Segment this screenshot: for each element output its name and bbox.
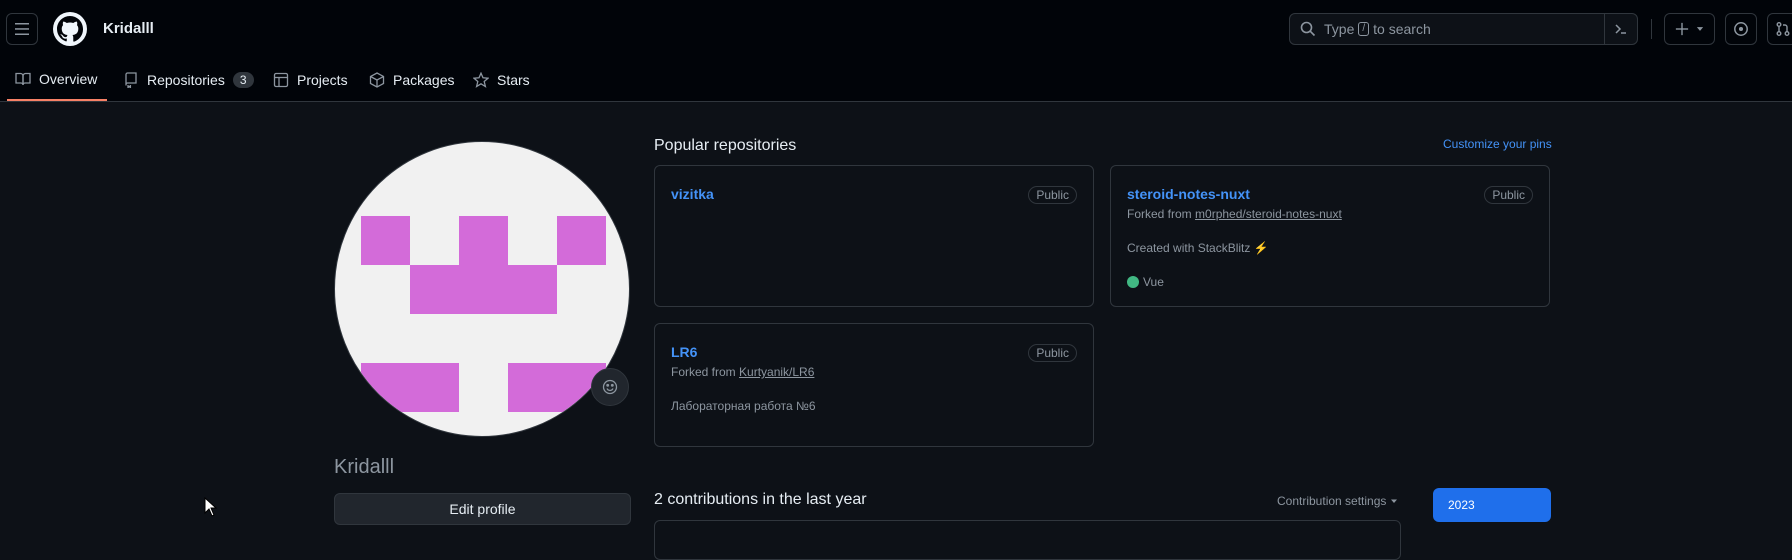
tab-projects[interactable]: Projects: [273, 59, 348, 101]
tab-repositories[interactable]: Repositories 3: [123, 59, 254, 101]
profile-nav: [0, 59, 1792, 102]
tab-overview[interactable]: Overview: [7, 59, 107, 101]
tab-label: Stars: [497, 72, 530, 88]
header-username[interactable]: Kridalll: [103, 20, 154, 37]
search-input[interactable]: Type / to search: [1289, 13, 1638, 45]
year-button[interactable]: 2023: [1433, 488, 1551, 522]
tab-packages[interactable]: Packages: [369, 59, 454, 101]
issues-button[interactable]: [1725, 13, 1757, 45]
search-icon: [1300, 21, 1316, 37]
repo-card: LR6 Public Forked from Kurtyanik/LR6 Лаб…: [654, 323, 1094, 447]
hamburger-menu-button[interactable]: [6, 13, 38, 45]
plus-icon: [1675, 22, 1688, 36]
forked-from-link[interactable]: Kurtyanik/LR6: [739, 365, 814, 379]
tab-label: Packages: [393, 72, 455, 88]
forked-prefix: Forked from: [671, 365, 736, 379]
forked-from-link[interactable]: m0rphed/steroid-notes-nuxt: [1195, 207, 1342, 221]
header-divider: [1651, 19, 1652, 39]
table-icon: [273, 72, 289, 88]
language-name: Vue: [1143, 275, 1164, 289]
popular-repositories-title: Popular repositories: [654, 137, 797, 154]
repo-name-link[interactable]: vizitka: [671, 186, 714, 202]
search-placeholder-prefix: Type: [1324, 21, 1355, 37]
language-color-dot: [1127, 276, 1139, 288]
search-shortcut-key: /: [1358, 22, 1370, 36]
search-placeholder-suffix: to search: [1373, 21, 1431, 37]
avatar-pixel: [459, 216, 508, 265]
contribution-graph: [654, 520, 1401, 560]
repo-name-link[interactable]: LR6: [671, 344, 697, 360]
visibility-badge: Public: [1028, 344, 1077, 362]
smiley-icon: [602, 379, 618, 395]
set-status-button[interactable]: [591, 368, 629, 406]
github-logo-icon[interactable]: [53, 12, 87, 46]
avatar[interactable]: [334, 141, 630, 437]
repo-icon: [125, 72, 137, 88]
repo-description: Created with StackBlitz ⚡: [1127, 241, 1269, 255]
mouse-cursor-icon: [204, 497, 218, 517]
pull-requests-button[interactable]: [1767, 13, 1792, 45]
issue-icon: [1734, 22, 1748, 36]
package-icon: [369, 72, 385, 88]
profile-display-name: Kridalll: [334, 456, 395, 478]
avatar-pixel: [361, 216, 410, 265]
hamburger-icon: [15, 23, 29, 35]
repo-card: vizitka Public: [654, 165, 1094, 307]
avatar-pixel: [361, 363, 459, 412]
forked-from-text: Forked from Kurtyanik/LR6: [671, 365, 814, 379]
tab-label: Repositories: [147, 72, 225, 88]
tab-label: Overview: [39, 71, 98, 87]
visibility-badge: Public: [1484, 186, 1533, 204]
visibility-badge: Public: [1028, 186, 1077, 204]
edit-profile-button[interactable]: Edit profile: [334, 493, 631, 525]
book-icon: [15, 72, 31, 86]
repo-language: Vue: [1127, 275, 1164, 289]
tab-label: Projects: [297, 72, 348, 88]
command-palette-button[interactable]: [1604, 14, 1637, 44]
customize-pins-link[interactable]: Customize your pins: [1443, 137, 1552, 151]
contribution-settings-dropdown[interactable]: Contribution settings: [1277, 494, 1398, 508]
create-new-button[interactable]: [1664, 13, 1715, 45]
star-icon: [473, 72, 489, 88]
chevron-down-icon: [1696, 27, 1703, 31]
repo-card: steroid-notes-nuxt Public Forked from m0…: [1110, 165, 1550, 307]
repositories-count-badge: 3: [232, 72, 254, 88]
pull-request-icon: [1776, 22, 1790, 36]
chevron-down-icon: [1390, 499, 1397, 503]
contribution-settings-label: Contribution settings: [1277, 494, 1387, 508]
repo-name-link[interactable]: steroid-notes-nuxt: [1127, 186, 1250, 202]
avatar-pixel: [410, 265, 557, 314]
forked-from-text: Forked from m0rphed/steroid-notes-nuxt: [1127, 207, 1342, 221]
terminal-icon: [1615, 24, 1626, 34]
top-bar: Kridalll Type / to search: [0, 0, 1792, 59]
avatar-pixel: [557, 216, 606, 265]
contributions-title: 2 contributions in the last year: [654, 491, 867, 508]
repo-description: Лабораторная работа №6: [671, 399, 816, 413]
tab-stars[interactable]: Stars: [473, 59, 530, 101]
forked-prefix: Forked from: [1127, 207, 1192, 221]
